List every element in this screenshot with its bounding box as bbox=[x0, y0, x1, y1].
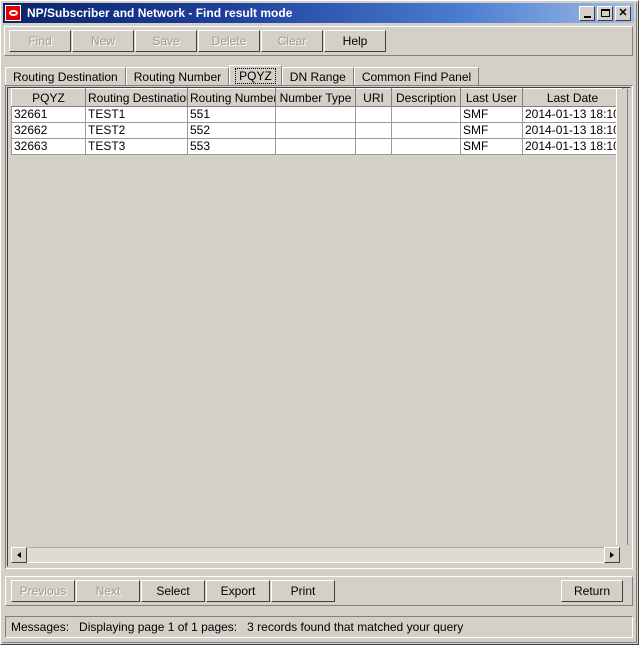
status-page-info: Displaying page 1 of 1 pages: bbox=[79, 620, 238, 634]
oracle-logo-ring bbox=[8, 10, 18, 16]
cell-uri[interactable] bbox=[355, 138, 392, 155]
cell-routing-destination[interactable]: TEST2 bbox=[85, 122, 188, 139]
column-header-uri[interactable]: URI bbox=[355, 88, 392, 107]
close-button[interactable]: ✕ bbox=[615, 5, 631, 21]
tab-label: Routing Number bbox=[133, 70, 222, 84]
column-header-routing-number[interactable]: Routing Number bbox=[187, 88, 276, 107]
cell-pqyz[interactable]: 32661 bbox=[11, 106, 86, 123]
status-bar: Messages: Displaying page 1 of 1 pages: … bbox=[5, 616, 633, 638]
cell-last-user[interactable]: SMF bbox=[460, 138, 523, 155]
minimize-button[interactable] bbox=[579, 5, 595, 21]
tab-pqyz[interactable]: PQYZ bbox=[229, 65, 282, 85]
maximize-button[interactable] bbox=[597, 5, 613, 21]
table-row[interactable]: 32661 TEST1 551 SMF 2014-01-13 18:10:3..… bbox=[11, 106, 623, 123]
cell-routing-number[interactable]: 552 bbox=[187, 122, 276, 139]
return-button[interactable]: Return bbox=[561, 580, 623, 602]
application-window: NP/Subscriber and Network - Find result … bbox=[0, 0, 639, 645]
cell-routing-number[interactable]: 553 bbox=[187, 138, 276, 155]
results-table: PQYZ Routing Destination Routing Number … bbox=[11, 88, 623, 155]
table-row[interactable]: 32663 TEST3 553 SMF 2014-01-13 18:10:3..… bbox=[11, 138, 623, 155]
results-grid: PQYZ Routing Destination Routing Number … bbox=[11, 88, 623, 547]
column-header-last-date[interactable]: Last Date bbox=[522, 88, 623, 107]
action-button-bar: Previous Next Select Export Print Return bbox=[5, 576, 633, 606]
window-title: NP/Subscriber and Network - Find result … bbox=[27, 6, 293, 20]
cell-last-user[interactable]: SMF bbox=[460, 122, 523, 139]
tab-label: Routing Destination bbox=[13, 70, 118, 84]
cell-number-type[interactable] bbox=[275, 106, 356, 123]
cell-description[interactable] bbox=[391, 138, 461, 155]
tab-label: DN Range bbox=[289, 70, 346, 84]
new-button[interactable]: New bbox=[72, 30, 134, 52]
tab-label: PQYZ bbox=[235, 67, 276, 84]
column-header-pqyz[interactable]: PQYZ bbox=[11, 88, 86, 107]
tab-routing-destination[interactable]: Routing Destination bbox=[5, 67, 126, 86]
export-button[interactable]: Export bbox=[206, 580, 270, 602]
maximize-icon bbox=[600, 9, 610, 17]
column-header-description[interactable]: Description bbox=[391, 88, 461, 107]
tab-common-find-panel[interactable]: Common Find Panel bbox=[353, 67, 480, 86]
cell-pqyz[interactable]: 32662 bbox=[11, 122, 86, 139]
scroll-right-icon[interactable] bbox=[604, 547, 620, 563]
oracle-logo-icon bbox=[5, 5, 21, 21]
save-button[interactable]: Save bbox=[135, 30, 197, 52]
cell-last-date[interactable]: 2014-01-13 18:10:3... bbox=[522, 138, 623, 155]
status-label: Messages: bbox=[11, 620, 70, 634]
horizontal-scrollbar[interactable] bbox=[11, 547, 620, 563]
print-button[interactable]: Print bbox=[271, 580, 335, 602]
delete-button[interactable]: Delete bbox=[198, 30, 260, 52]
tab-label: Common Find Panel bbox=[361, 70, 472, 84]
tab-dn-range[interactable]: DN Range bbox=[281, 67, 354, 86]
next-button[interactable]: Next bbox=[76, 580, 140, 602]
column-header-last-user[interactable]: Last User bbox=[460, 88, 523, 107]
close-icon: ✕ bbox=[618, 6, 628, 19]
clear-button[interactable]: Clear bbox=[261, 30, 323, 52]
cell-uri[interactable] bbox=[355, 122, 392, 139]
cell-description[interactable] bbox=[391, 122, 461, 139]
select-button[interactable]: Select bbox=[141, 580, 205, 602]
table-row[interactable]: 32662 TEST2 552 SMF 2014-01-13 18:10:3..… bbox=[11, 122, 623, 139]
results-panel-inner: PQYZ Routing Destination Routing Number … bbox=[7, 87, 631, 567]
cell-last-date[interactable]: 2014-01-13 18:10:3... bbox=[522, 122, 623, 139]
vertical-scrollbar[interactable] bbox=[616, 89, 628, 545]
cell-last-date[interactable]: 2014-01-13 18:10:3... bbox=[522, 106, 623, 123]
scroll-left-icon[interactable] bbox=[11, 547, 27, 563]
cell-number-type[interactable] bbox=[275, 138, 356, 155]
cell-routing-number[interactable]: 551 bbox=[187, 106, 276, 123]
window-controls: ✕ bbox=[579, 5, 631, 21]
tab-strip: Routing Destination Routing Number PQYZ … bbox=[5, 65, 633, 86]
minimize-icon bbox=[583, 16, 591, 18]
cell-description[interactable] bbox=[391, 106, 461, 123]
cell-pqyz[interactable]: 32663 bbox=[11, 138, 86, 155]
find-button[interactable]: Find bbox=[9, 30, 71, 52]
toolbar: Find New Save Delete Clear Help bbox=[4, 26, 633, 56]
help-button[interactable]: Help bbox=[324, 30, 386, 52]
cell-last-user[interactable]: SMF bbox=[460, 106, 523, 123]
status-result-info: 3 records found that matched your query bbox=[247, 620, 464, 634]
table-header-row: PQYZ Routing Destination Routing Number … bbox=[11, 88, 623, 107]
cell-routing-destination[interactable]: TEST1 bbox=[85, 106, 188, 123]
cell-number-type[interactable] bbox=[275, 122, 356, 139]
results-panel: PQYZ Routing Destination Routing Number … bbox=[5, 85, 633, 569]
cell-routing-destination[interactable]: TEST3 bbox=[85, 138, 188, 155]
column-header-number-type[interactable]: Number Type bbox=[275, 88, 356, 107]
column-header-routing-destination[interactable]: Routing Destination bbox=[85, 88, 188, 107]
cell-uri[interactable] bbox=[355, 106, 392, 123]
previous-button[interactable]: Previous bbox=[11, 580, 75, 602]
horizontal-scrollbar-track[interactable] bbox=[27, 547, 604, 563]
title-bar[interactable]: NP/Subscriber and Network - Find result … bbox=[3, 3, 634, 23]
tab-routing-number[interactable]: Routing Number bbox=[125, 67, 230, 86]
